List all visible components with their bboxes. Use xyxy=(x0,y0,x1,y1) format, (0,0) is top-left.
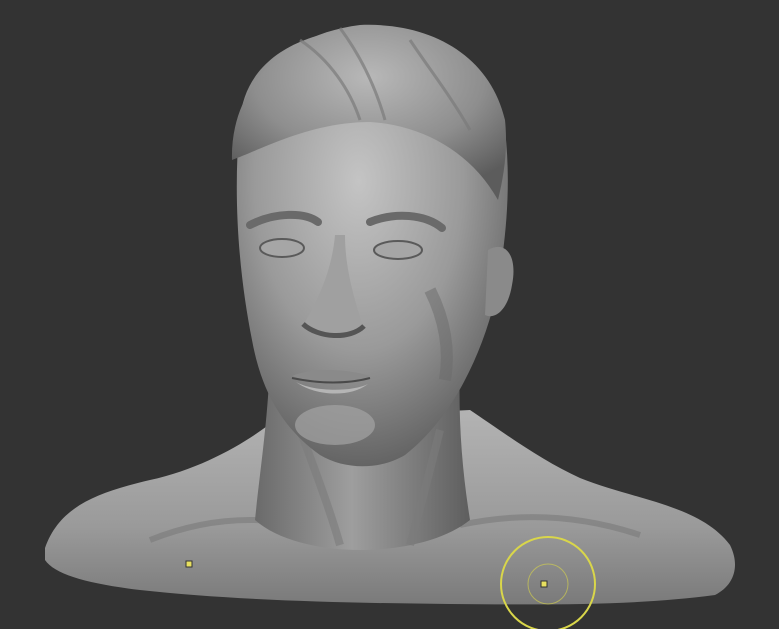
eye-left xyxy=(259,238,305,258)
viewport-canvas[interactable] xyxy=(0,0,779,629)
vertex-marker[interactable] xyxy=(185,560,193,568)
eye-right xyxy=(373,240,423,260)
chin xyxy=(295,405,375,445)
sculpt-viewport[interactable] xyxy=(0,0,779,629)
bust-ear-right xyxy=(485,246,514,317)
brush-center-point xyxy=(540,580,548,588)
